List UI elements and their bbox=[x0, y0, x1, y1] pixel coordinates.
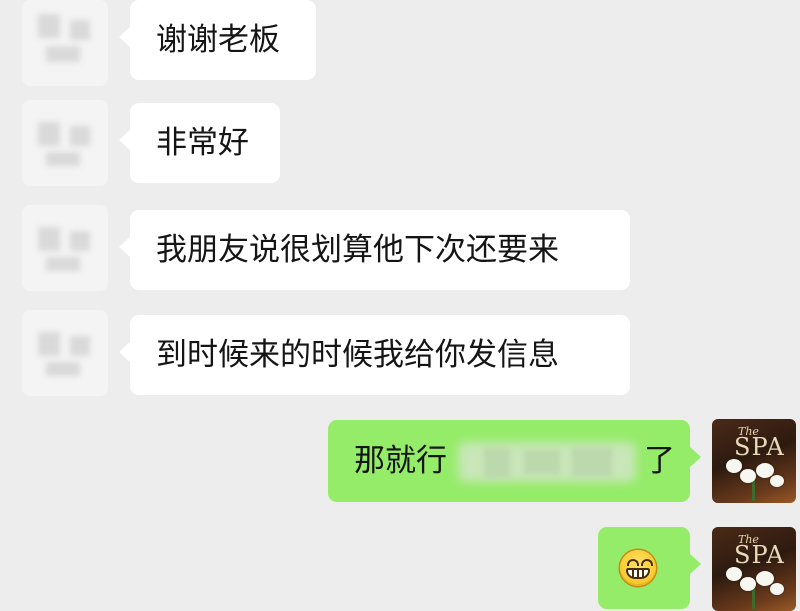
contact-avatar[interactable] bbox=[22, 100, 108, 186]
message-text-start: 那就行 bbox=[354, 442, 447, 479]
message-bubble-incoming[interactable]: 谢谢老板 bbox=[119, 0, 316, 80]
message-text: 到时候来的时候我给你发信息 bbox=[156, 336, 559, 373]
contact-avatar[interactable] bbox=[22, 0, 108, 86]
orchid-flower bbox=[740, 577, 756, 591]
redaction-block bbox=[524, 450, 560, 474]
orchid-flower bbox=[726, 459, 742, 473]
my-avatar[interactable]: The SPA bbox=[712, 527, 796, 611]
my-avatar[interactable]: The SPA bbox=[712, 419, 796, 503]
redaction-block bbox=[484, 448, 510, 478]
message-text: 非常好 bbox=[156, 124, 249, 161]
orchid-flower bbox=[740, 469, 756, 483]
orchid-flower bbox=[726, 567, 742, 581]
message-text-end: 了 bbox=[644, 442, 675, 479]
message-text: 谢谢老板 bbox=[156, 21, 280, 58]
orchid-flower bbox=[770, 583, 784, 595]
message-bubble-incoming[interactable]: 非常好 bbox=[119, 103, 280, 183]
message-text: 我朋友说很划算他下次还要来 bbox=[156, 231, 559, 268]
contact-avatar[interactable] bbox=[22, 310, 108, 396]
orchid-flower bbox=[770, 475, 784, 487]
message-bubble-incoming[interactable]: 到时候来的时候我给你发信息 bbox=[119, 315, 630, 395]
message-bubble-incoming[interactable]: 我朋友说很划算他下次还要来 bbox=[119, 210, 630, 290]
avatar-logo-spa: SPA bbox=[734, 541, 785, 569]
redaction-block bbox=[572, 448, 612, 476]
message-bubble-outgoing[interactable] bbox=[598, 527, 701, 609]
avatar-logo-spa: SPA bbox=[734, 433, 785, 461]
grinning-face-icon bbox=[620, 550, 656, 586]
message-bubble-outgoing[interactable]: 那就行 了 bbox=[328, 420, 701, 502]
contact-avatar[interactable] bbox=[22, 205, 108, 291]
